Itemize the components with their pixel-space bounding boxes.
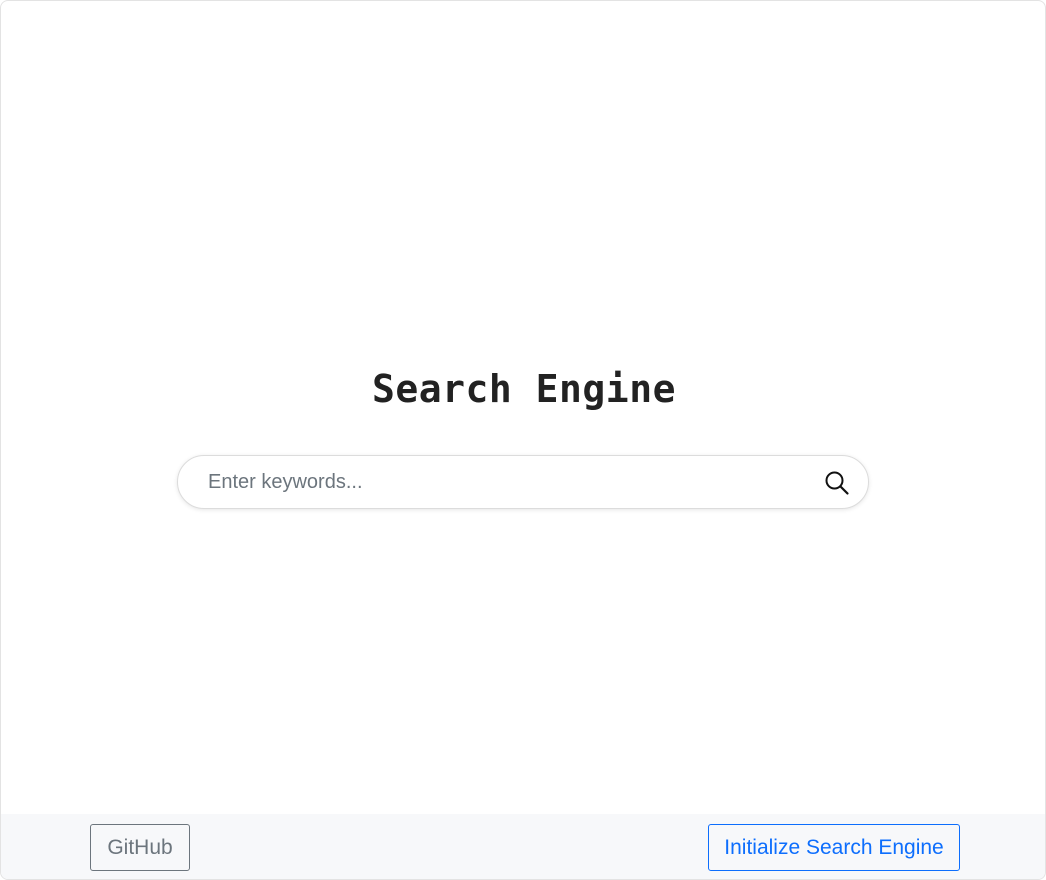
app-window: Search Engine GitHub Initialize Search E… <box>0 0 1046 880</box>
initialize-search-engine-button[interactable]: Initialize Search Engine <box>708 824 960 871</box>
search-bar[interactable] <box>177 455 869 509</box>
search-icon[interactable] <box>824 470 850 496</box>
github-button[interactable]: GitHub <box>90 824 190 871</box>
page-title: Search Engine <box>372 367 676 411</box>
search-input[interactable] <box>208 456 798 508</box>
footer-bar: GitHub Initialize Search Engine <box>1 814 1045 879</box>
